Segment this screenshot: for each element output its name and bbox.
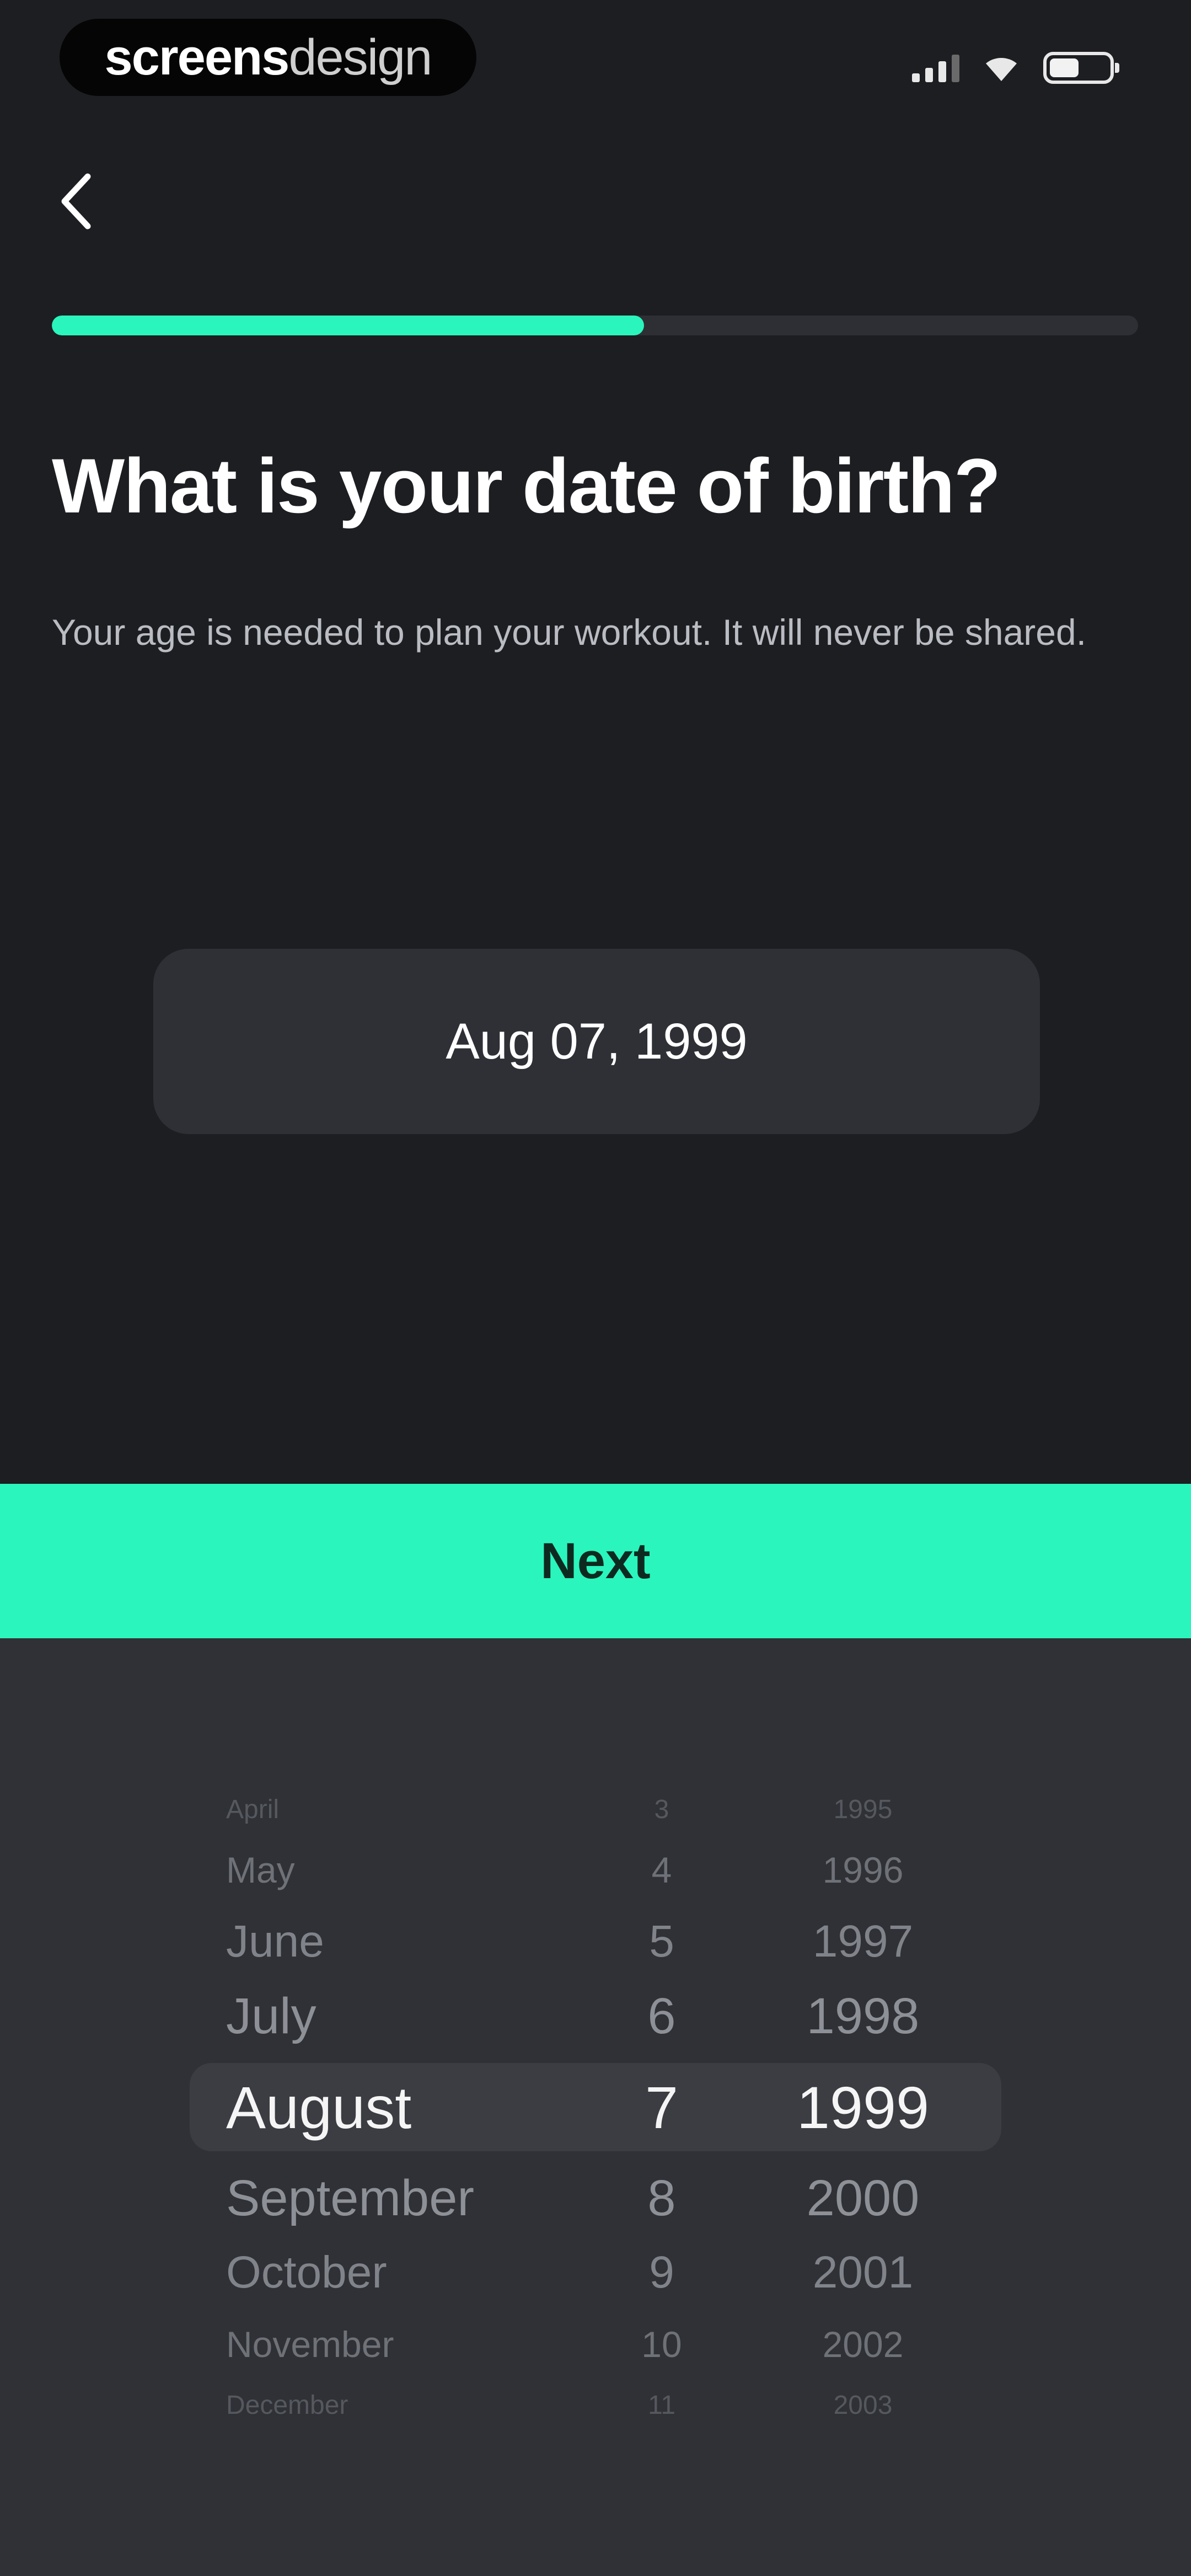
picker-month: September: [226, 2169, 475, 2226]
picker-month: October: [226, 2247, 387, 2297]
picker-row-selected[interactable]: August 7 1999: [0, 2066, 1191, 2149]
picker-row[interactable]: September 8 2000: [0, 2157, 1191, 2240]
picker-year: 1997: [812, 1916, 914, 1966]
next-button[interactable]: Next: [0, 1484, 1191, 1638]
progress-bar-fill: [52, 316, 644, 335]
picker-month: December: [226, 2390, 348, 2420]
picker-row[interactable]: June 5 1997: [0, 1900, 1191, 1983]
picker-year: 1996: [822, 1850, 904, 1890]
picker-year: 2001: [812, 2247, 914, 2297]
picker-year: 1999: [796, 2073, 930, 2141]
picker-year: 1998: [806, 1987, 920, 2044]
brand-watermark: screens design: [60, 19, 476, 96]
picker-day: 4: [651, 1850, 672, 1890]
picker-row[interactable]: December 11 2003: [0, 2364, 1191, 2446]
back-button[interactable]: [49, 165, 104, 237]
picker-row[interactable]: July 6 1998: [0, 1975, 1191, 2057]
brand-bold-text: screens: [104, 29, 290, 85]
page-subtitle: Your age is needed to plan your workout.…: [52, 612, 1087, 653]
signal-icon: [912, 54, 959, 82]
picker-month: July: [226, 1987, 316, 2044]
battery-icon: [1043, 52, 1119, 84]
brand-light-text: design: [288, 29, 432, 85]
picker-day: 7: [645, 2073, 679, 2141]
status-bar-icons: [912, 49, 1119, 87]
picker-day: 5: [649, 1916, 674, 1966]
picker-day: 8: [647, 2169, 676, 2226]
picker-month: May: [226, 1850, 295, 1890]
picker-year: 2000: [806, 2169, 920, 2226]
date-of-birth-field[interactable]: Aug 07, 1999: [153, 949, 1040, 1134]
date-of-birth-screen: screens design What is your date of birth…: [0, 0, 1191, 2576]
picker-month: June: [226, 1916, 324, 1966]
picker-day: 9: [649, 2247, 674, 2297]
progress-bar: [52, 316, 1138, 335]
picker-month: August: [226, 2073, 412, 2141]
date-of-birth-value: Aug 07, 1999: [446, 1013, 748, 1070]
picker-row[interactable]: May 4 1996: [0, 1829, 1191, 1911]
picker-year: 2003: [833, 2390, 893, 2420]
picker-row[interactable]: October 9 2001: [0, 2231, 1191, 2314]
page-title: What is your date of birth?: [52, 442, 1001, 529]
picker-day: 6: [647, 1987, 676, 2044]
chevron-left-icon: [61, 173, 91, 229]
picker-day: 11: [648, 2390, 675, 2420]
wifi-icon: [986, 57, 1017, 81]
